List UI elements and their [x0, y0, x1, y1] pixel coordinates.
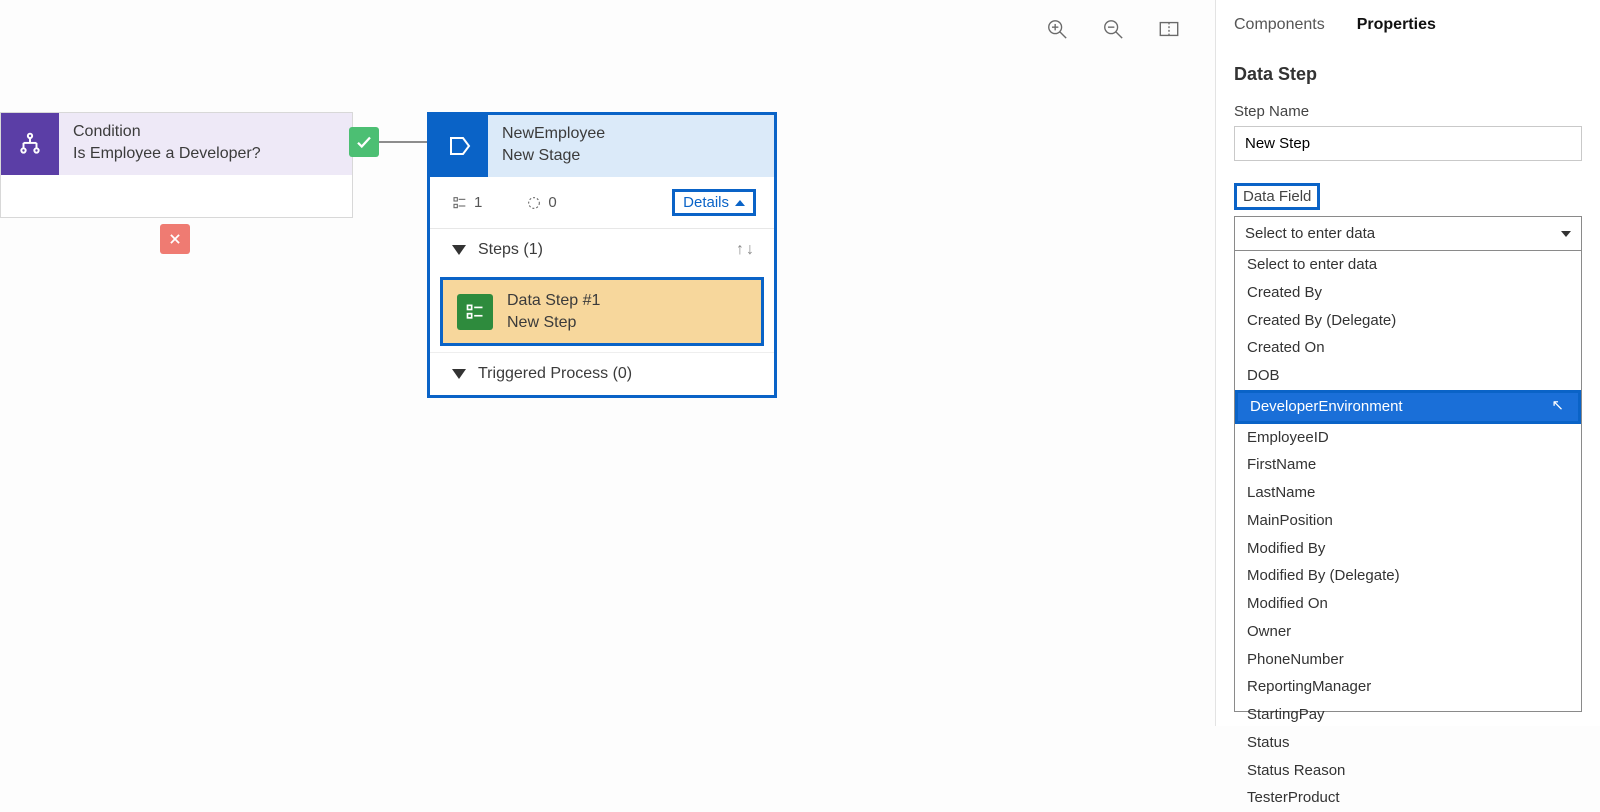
data-field-option[interactable]: Status [1235, 729, 1581, 757]
data-field-option[interactable]: DOB [1235, 362, 1581, 390]
cursor-icon: ↖ [1551, 395, 1564, 417]
branch-yes-icon[interactable] [349, 127, 379, 157]
data-field-option[interactable]: Modified By (Delegate) [1235, 562, 1581, 590]
branch-no-icon[interactable] [160, 224, 190, 254]
step-text: Data Step #1 New Step [507, 290, 600, 333]
data-field-option[interactable]: ReportingManager [1235, 673, 1581, 701]
select-placeholder: Select to enter data [1245, 225, 1375, 242]
data-field-option[interactable]: FirstName [1235, 451, 1581, 479]
reorder-arrows-icon[interactable]: ↑↓ [736, 241, 756, 259]
collapse-down-icon [452, 369, 466, 379]
data-field-option[interactable]: Modified By [1235, 535, 1581, 563]
triggered-header-label: Triggered Process (0) [478, 365, 632, 383]
details-label: Details [683, 194, 729, 211]
tab-properties[interactable]: Properties [1357, 16, 1436, 34]
condition-text: Condition Is Employee a Developer? [59, 113, 275, 175]
properties-panel: Components Properties Data Step Step Nam… [1215, 0, 1600, 726]
stage-tile[interactable]: NewEmployee New Stage 1 0 Details Steps … [427, 112, 777, 398]
chevron-down-icon [1561, 231, 1571, 237]
data-field-options: Select to enter dataCreated ByCreated By… [1234, 251, 1582, 712]
data-step-item[interactable]: Data Step #1 New Step [440, 277, 764, 346]
data-step-icon [457, 294, 493, 330]
fit-screen-icon[interactable] [1158, 18, 1180, 40]
data-field-option[interactable]: DeveloperEnvironment↖ [1235, 390, 1581, 424]
data-field-option[interactable]: TesterProduct [1235, 784, 1581, 812]
canvas-toolbar [1046, 18, 1180, 40]
triggered-section-header[interactable]: Triggered Process (0) [430, 352, 774, 395]
data-field-option[interactable]: Modified On [1235, 590, 1581, 618]
step-number: Data Step #1 [507, 290, 600, 312]
stage-entity: NewEmployee [502, 123, 605, 145]
step-name-input[interactable] [1234, 126, 1582, 161]
data-field-option[interactable]: LastName [1235, 479, 1581, 507]
data-field-option[interactable]: Owner [1235, 618, 1581, 646]
details-toggle[interactable]: Details [672, 189, 756, 216]
zoom-in-icon[interactable] [1046, 18, 1068, 40]
stage-icon [430, 115, 488, 177]
data-field-option[interactable]: Created On [1235, 334, 1581, 362]
data-field-label: Data Field [1234, 183, 1320, 210]
tab-components[interactable]: Components [1234, 16, 1325, 34]
panel-title: Data Step [1234, 64, 1582, 85]
data-field-option[interactable]: EmployeeID [1235, 424, 1581, 452]
condition-type: Condition [73, 121, 261, 143]
step-name: New Step [507, 312, 600, 334]
step-name-label: Step Name [1234, 103, 1582, 120]
data-field-option[interactable]: Created By (Delegate) [1235, 307, 1581, 335]
data-field-option[interactable]: StartingPay [1235, 701, 1581, 729]
data-field-option[interactable]: PhoneNumber [1235, 646, 1581, 674]
data-field-option[interactable]: Created By [1235, 279, 1581, 307]
connector-line [379, 141, 427, 143]
data-field-option[interactable]: Select to enter data [1235, 251, 1581, 279]
stage-text: NewEmployee New Stage [488, 115, 619, 177]
steps-header-label: Steps (1) [478, 241, 543, 259]
data-field-select[interactable]: Select to enter data Select to enter dat… [1234, 216, 1582, 251]
steps-section-header[interactable]: Steps (1) ↑↓ [430, 229, 774, 271]
chevron-up-icon [735, 200, 745, 206]
condition-icon [1, 113, 59, 175]
zoom-out-icon[interactable] [1102, 18, 1124, 40]
data-field-option[interactable]: MainPosition [1235, 507, 1581, 535]
collapse-down-icon [452, 245, 466, 255]
triggered-count: 0 [526, 194, 556, 211]
steps-count: 1 [452, 194, 482, 211]
stage-name: New Stage [502, 145, 605, 167]
condition-tile[interactable]: Condition Is Employee a Developer? [0, 112, 353, 218]
condition-label: Is Employee a Developer? [73, 143, 261, 165]
data-field-option[interactable]: Status Reason [1235, 757, 1581, 785]
